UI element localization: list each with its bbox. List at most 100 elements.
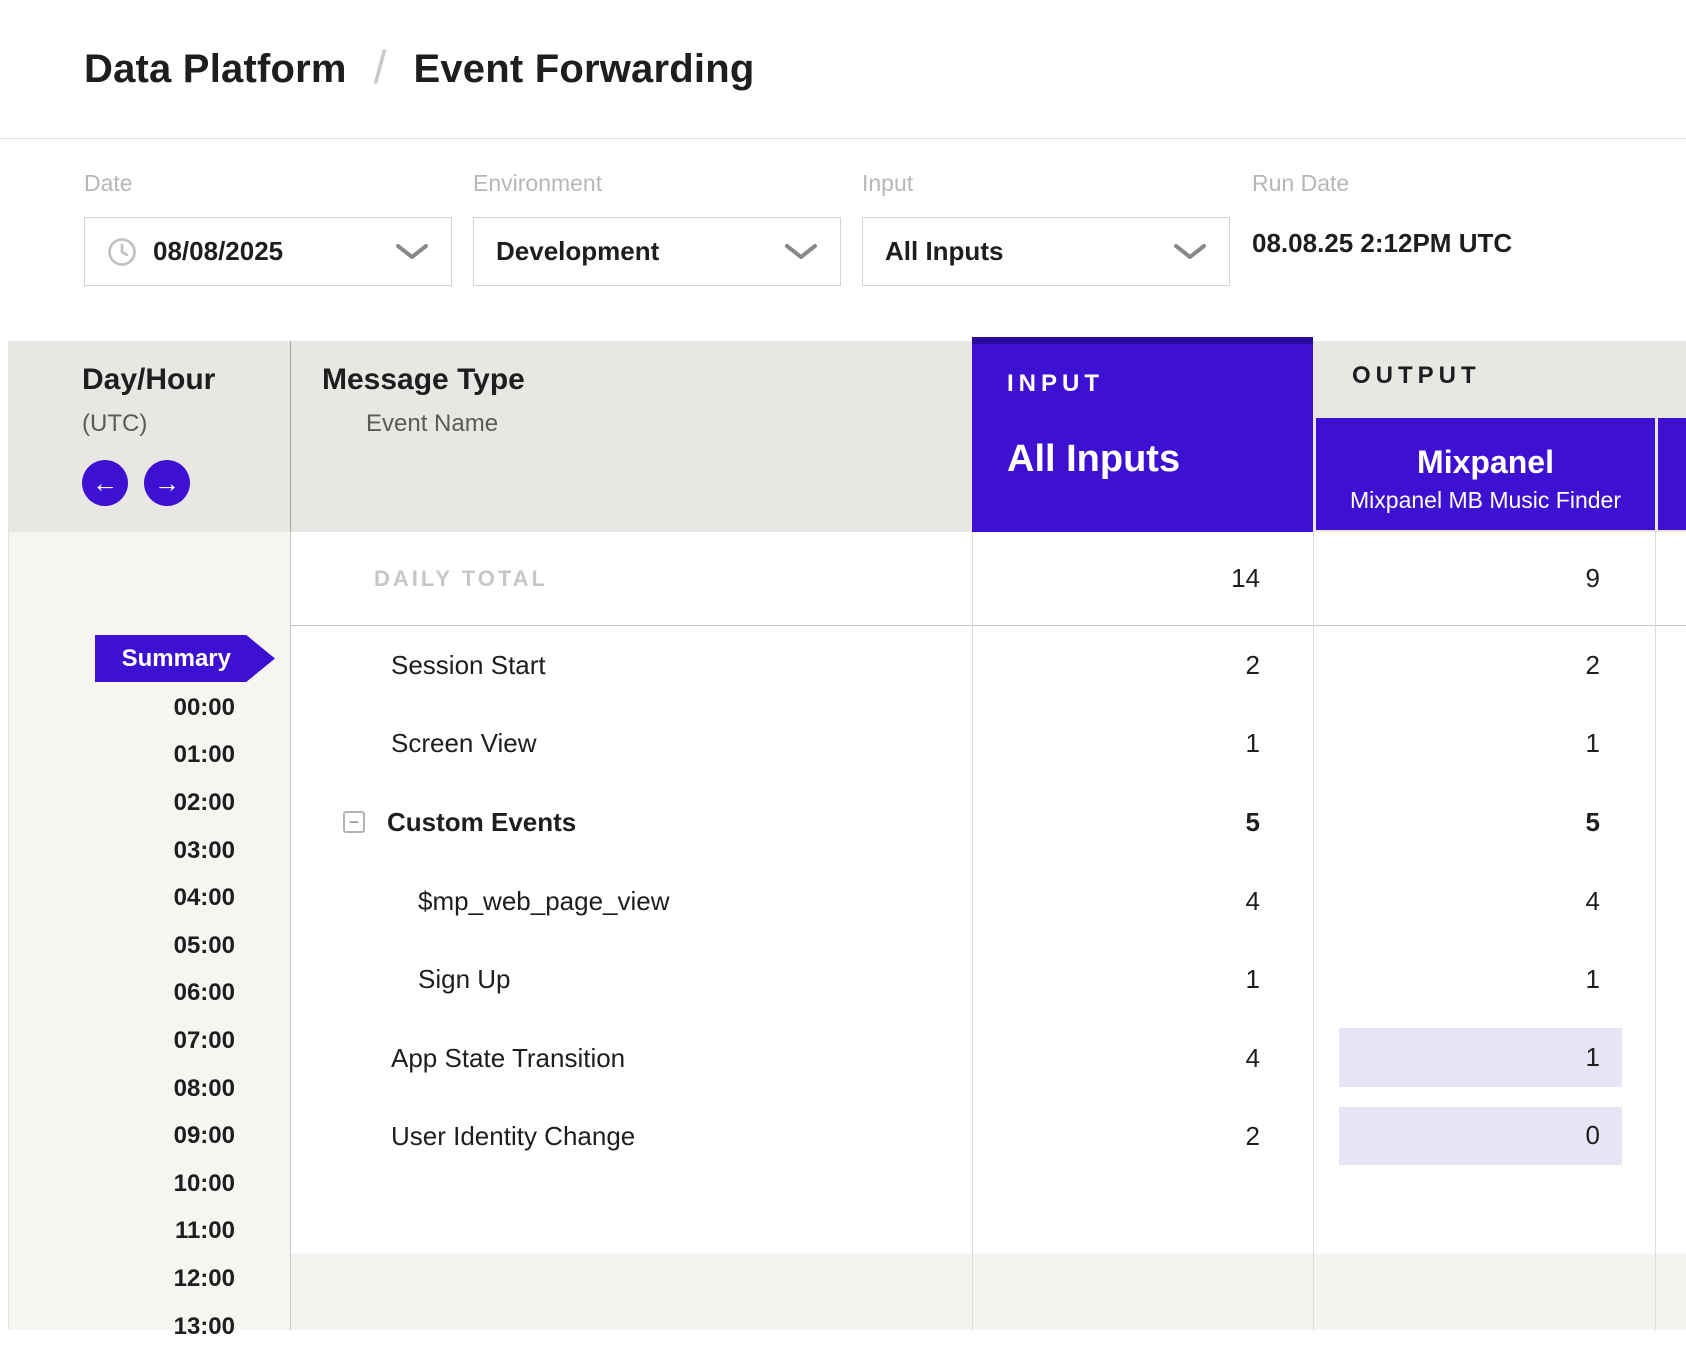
divider [1655, 532, 1656, 1330]
row-label: $mp_web_page_view [291, 862, 972, 941]
hour-list: 00:00 01:00 02:00 03:00 04:00 05:00 06:0… [0, 684, 235, 1350]
hour-slot-02[interactable]: 02:00 [0, 779, 235, 827]
summary-tab[interactable]: Summary [95, 635, 275, 682]
row-label: Custom Events [387, 807, 576, 838]
output-column-header-partial[interactable] [1658, 418, 1686, 530]
date-filter: Date 08/08/2025 [84, 170, 452, 286]
row-input-value: 2 [972, 1098, 1313, 1177]
row-output-value: 4 [1313, 862, 1655, 941]
table-row-screen-view: Screen View 1 1 [291, 705, 1686, 784]
hour-slot-13[interactable]: 13:00 [0, 1303, 235, 1350]
row-input-value: 4 [972, 1019, 1313, 1098]
hour-slot-08[interactable]: 08:00 [0, 1065, 235, 1113]
row-label: Sign Up [291, 940, 972, 1019]
output-section-eyebrow: OUTPUT [1352, 362, 1481, 390]
day-nav: ← → [82, 460, 190, 506]
environment-select[interactable]: Development [473, 217, 841, 286]
collapse-toggle[interactable]: − [343, 811, 365, 833]
row-label: User Identity Change [291, 1098, 972, 1177]
hour-slot-01[interactable]: 01:00 [0, 732, 235, 780]
message-type-header-subtitle: Event Name [366, 410, 498, 438]
divider [290, 532, 291, 1330]
breadcrumb-separator: / [374, 40, 387, 94]
breadcrumb-section-link[interactable]: Data Platform [84, 47, 347, 92]
table-row-session-start: Session Start 2 2 [291, 626, 1686, 705]
chevron-down-icon [395, 243, 429, 261]
daily-total-input-value: 14 [972, 532, 1313, 625]
filter-bar: Date 08/08/2025 Environment [0, 139, 1686, 341]
previous-day-button[interactable]: ← [82, 460, 128, 506]
input-select[interactable]: All Inputs [862, 217, 1230, 286]
row-output-value: 1 [1313, 705, 1655, 784]
table-row-mp-web-page-view: $mp_web_page_view 4 4 [291, 862, 1686, 941]
input-column-accent-strip [972, 337, 1313, 344]
clock-icon [107, 237, 137, 267]
row-input-value: 4 [972, 862, 1313, 941]
page-edge-seam [0, 341, 9, 1330]
environment-filter: Environment Development [473, 170, 841, 286]
table-header: Day/Hour (UTC) ← → Message Type Event Na… [0, 341, 1686, 532]
row-input-value: 1 [972, 705, 1313, 784]
message-rows: Session Start 2 2 Screen View 1 1 − Cust… [291, 626, 1686, 1176]
minus-icon: − [349, 812, 360, 833]
arrow-right-icon: → [154, 470, 180, 496]
row-output-value: 1 [1313, 940, 1655, 1019]
row-input-value: 5 [972, 783, 1313, 862]
run-date-label: Run Date [1252, 170, 1512, 197]
hour-slot-04[interactable]: 04:00 [0, 874, 235, 922]
run-date: Run Date 08.08.25 2:12PM UTC [1252, 170, 1512, 259]
row-label: Screen View [291, 705, 972, 784]
hour-slot-12[interactable]: 12:00 [0, 1255, 235, 1303]
message-type-header-title: Message Type [322, 363, 525, 397]
row-output-cell: 0 [1313, 1098, 1655, 1177]
page-title: Event Forwarding [413, 47, 754, 92]
environment-filter-label: Environment [473, 170, 841, 197]
table-row-user-identity-change: User Identity Change 2 0 [291, 1098, 1686, 1177]
hour-slot-00[interactable]: 00:00 [0, 684, 235, 732]
input-filter-label: Input [862, 170, 1230, 197]
table-row-sign-up: Sign Up 1 1 [291, 940, 1686, 1019]
arrow-left-icon: ← [92, 470, 118, 496]
row-output-value: 2 [1313, 626, 1655, 705]
next-day-button[interactable]: → [144, 460, 190, 506]
row-label: Session Start [291, 626, 972, 705]
row-label-group: − Custom Events [291, 783, 972, 862]
daily-total-row: DAILY TOTAL 14 9 [291, 532, 1686, 626]
hour-slot-10[interactable]: 10:00 [0, 1160, 235, 1208]
highlighted-output-value: 1 [1339, 1028, 1622, 1087]
divider [972, 532, 973, 1330]
row-input-value: 1 [972, 940, 1313, 1019]
environment-select-value: Development [496, 236, 659, 267]
row-output-value: 5 [1313, 783, 1655, 862]
hour-slot-06[interactable]: 06:00 [0, 970, 235, 1018]
date-select-value: 08/08/2025 [153, 236, 283, 267]
day-hour-header-subtitle: (UTC) [82, 410, 147, 438]
date-select[interactable]: 08/08/2025 [84, 217, 452, 286]
date-filter-label: Date [84, 170, 452, 197]
hour-slot-05[interactable]: 05:00 [0, 922, 235, 970]
row-input-value: 2 [972, 626, 1313, 705]
divider [290, 341, 291, 532]
input-column-eyebrow: INPUT [1007, 370, 1313, 398]
input-filter: Input All Inputs [862, 170, 1230, 286]
run-date-value: 08.08.25 2:12PM UTC [1252, 228, 1512, 259]
row-label: App State Transition [291, 1019, 972, 1098]
highlighted-output-value: 0 [1339, 1107, 1622, 1166]
hour-slot-03[interactable]: 03:00 [0, 827, 235, 875]
hour-slot-11[interactable]: 11:00 [0, 1208, 235, 1256]
input-column-header[interactable]: INPUT All Inputs [972, 337, 1313, 532]
row-output-cell: 1 [1313, 1019, 1655, 1098]
output-column-title: Mixpanel [1316, 444, 1655, 481]
hour-slot-09[interactable]: 09:00 [0, 1112, 235, 1160]
daily-total-label: DAILY TOTAL [291, 532, 972, 625]
output-column-subtitle: Mixpanel MB Music Finder [1316, 487, 1655, 514]
table-row-app-state-transition: App State Transition 4 1 [291, 1019, 1686, 1098]
input-select-value: All Inputs [885, 236, 1003, 267]
divider [1313, 532, 1314, 1330]
table-row-custom-events: − Custom Events 5 5 [291, 783, 1686, 862]
output-column-header[interactable]: Mixpanel Mixpanel MB Music Finder [1316, 418, 1655, 530]
breadcrumb: Data Platform / Event Forwarding [0, 0, 1686, 139]
input-column-title: All Inputs [1007, 438, 1313, 481]
hour-slot-07[interactable]: 07:00 [0, 1017, 235, 1065]
daily-total-output-value: 9 [1313, 532, 1655, 625]
